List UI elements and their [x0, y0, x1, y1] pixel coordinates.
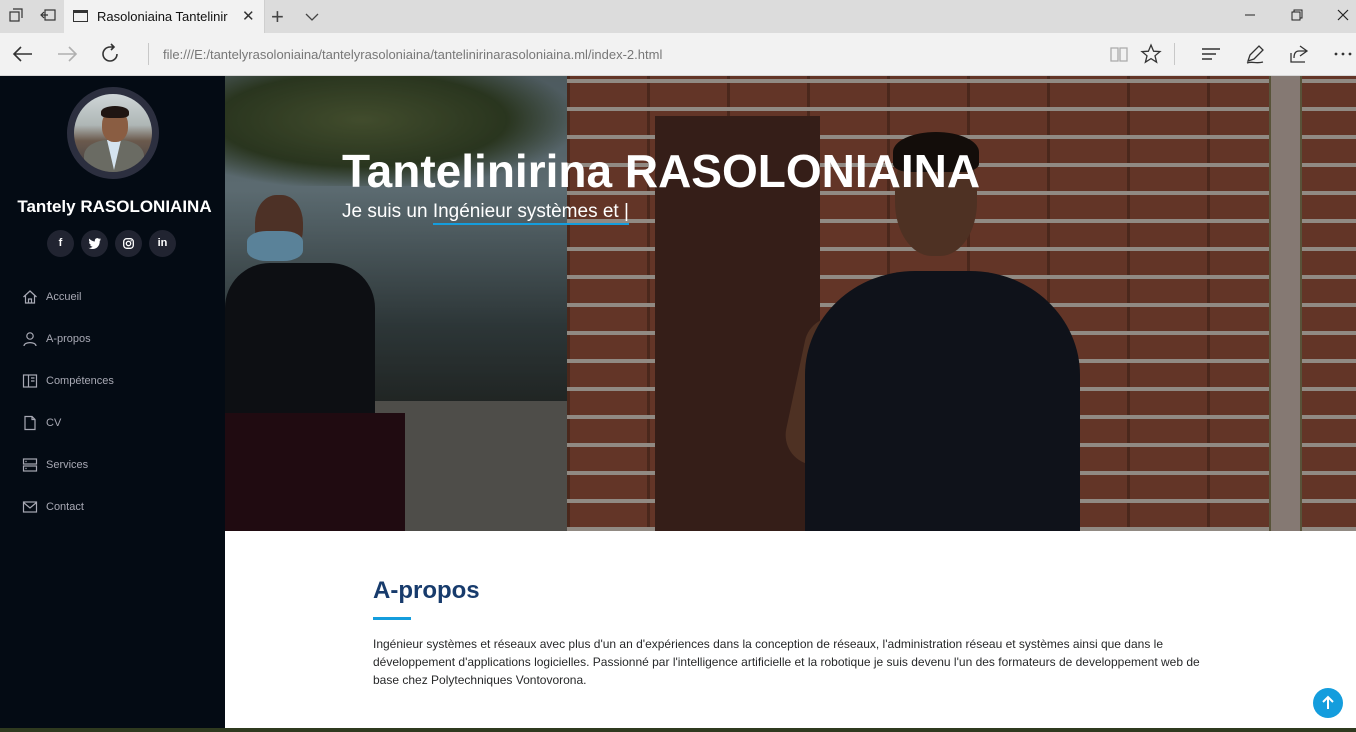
favorite-star-icon[interactable] — [1140, 43, 1162, 65]
browser-tab-bar: Rasoloniaina Tantelinir ✕ + — [0, 0, 1356, 33]
facebook-icon[interactable]: f — [47, 230, 74, 257]
sidebar-item-label: Compétences — [46, 375, 114, 387]
sidebar-item-label: A-propos — [46, 333, 91, 345]
file-columns-icon — [22, 374, 38, 388]
section-title-underline — [373, 617, 411, 620]
sidebar-item-label: Contact — [46, 501, 84, 513]
home-icon — [23, 290, 37, 304]
twitter-icon[interactable] — [81, 230, 108, 257]
sidebar: Tantely RASOLONIAINA f in Accueil A-prop… — [0, 76, 225, 732]
reading-view-icon[interactable] — [1108, 43, 1130, 65]
sidebar-item-label: CV — [46, 417, 62, 429]
url-separator — [148, 43, 149, 65]
tab-set-aside-icon[interactable] — [8, 8, 24, 24]
close-tab-icon[interactable]: ✕ — [242, 7, 255, 25]
hero-subtitle: Je suis un Ingénieur systèmes et | — [342, 201, 629, 225]
close-window-icon[interactable] — [1337, 8, 1349, 25]
sidebar-item-services[interactable]: Services — [22, 455, 212, 477]
profile-name[interactable]: Tantely RASOLONIAINA — [0, 197, 229, 217]
sidebar-item-label: Services — [46, 459, 89, 471]
tab-title: Rasoloniaina Tantelinir — [97, 9, 228, 24]
document-icon — [24, 415, 36, 431]
back-arrow-icon[interactable] — [11, 42, 35, 66]
hero-title: Tantelinirina RASOLONIAINA — [342, 145, 981, 197]
toolbar-separator — [1174, 43, 1175, 65]
section-title: A-propos — [373, 577, 480, 604]
envelope-icon — [22, 501, 38, 513]
linkedin-icon[interactable]: in — [149, 230, 176, 257]
web-note-pen-icon[interactable] — [1244, 43, 1266, 65]
page-bottom-edge — [0, 728, 1356, 732]
tab-list-chevron-icon[interactable] — [305, 9, 319, 27]
more-options-icon[interactable] — [1332, 43, 1354, 65]
sidebar-item-contact[interactable]: Contact — [22, 497, 212, 519]
avatar — [67, 87, 159, 179]
sidebar-item-competences[interactable]: Compétences — [22, 371, 212, 393]
server-icon — [22, 458, 38, 472]
arrow-up-icon — [1322, 695, 1334, 709]
sidebar-item-label: Accueil — [46, 291, 82, 303]
sidebar-item-accueil[interactable]: Accueil — [22, 287, 212, 309]
browser-address-bar: file:///E:/tantelyrasoloniaina/tantelyra… — [0, 33, 1356, 76]
minimize-icon[interactable] — [1244, 8, 1256, 25]
hero-typed-text: Ingénieur systèmes et | — [432, 201, 629, 225]
page-icon — [73, 10, 88, 22]
restore-icon[interactable] — [1291, 8, 1303, 25]
browser-tab-active[interactable]: Rasoloniaina Tantelinir ✕ — [64, 0, 265, 33]
forward-arrow-icon[interactable] — [55, 42, 79, 66]
address-input[interactable]: file:///E:/tantelyrasoloniaina/tantelyra… — [163, 47, 662, 62]
refresh-icon[interactable] — [98, 42, 122, 66]
hero-subtitle-prefix: Je suis un — [342, 201, 433, 222]
about-paragraph: Ingénieur systèmes et réseaux avec plus … — [373, 637, 1200, 687]
tabs-aside-icon[interactable] — [40, 8, 56, 24]
user-icon — [23, 332, 37, 347]
hero-section: Tantelinirina RASOLONIAINA Je suis un In… — [225, 76, 1356, 531]
instagram-icon[interactable] — [115, 230, 142, 257]
share-icon[interactable] — [1288, 43, 1310, 65]
sidebar-item-a-propos[interactable]: A-propos — [22, 329, 212, 351]
hub-icon[interactable] — [1200, 43, 1222, 65]
back-to-top-button[interactable] — [1313, 688, 1343, 718]
sidebar-item-cv[interactable]: CV — [22, 413, 212, 435]
new-tab-button[interactable]: + — [271, 4, 284, 30]
